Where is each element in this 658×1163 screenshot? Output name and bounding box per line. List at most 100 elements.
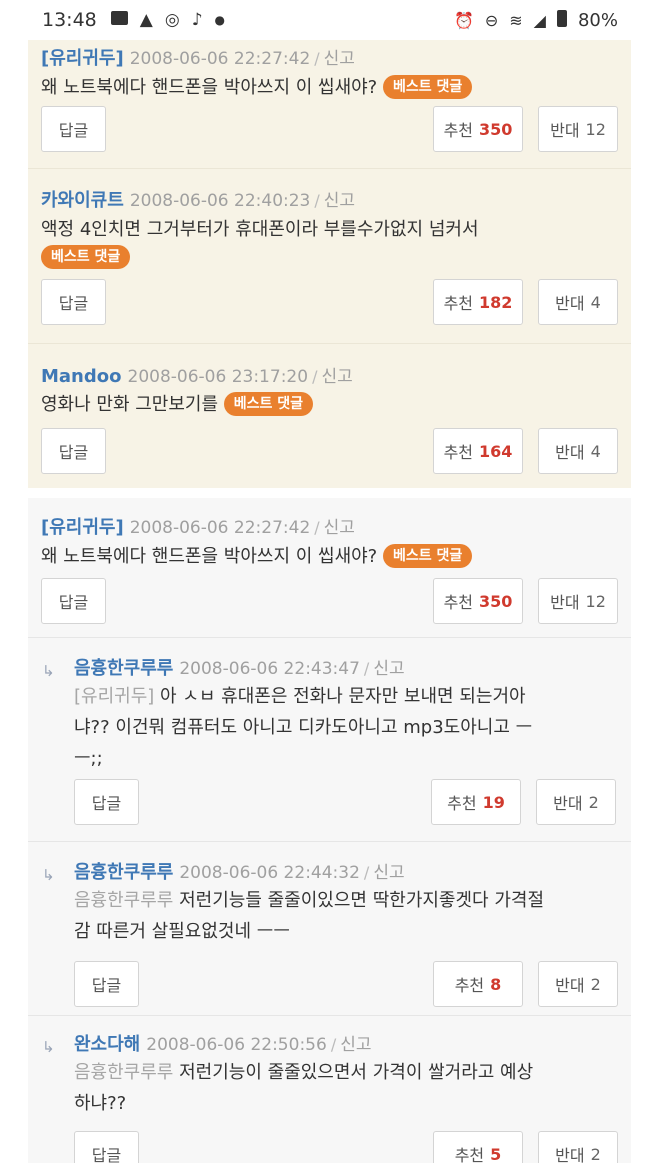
reply-comment: ↳ 완소다해 2008-06-06 22:50:56 / 신고 음흉한쿠루루 저… [28,1016,631,1163]
like-button[interactable]: 추천 350 [433,578,523,624]
dislike-button[interactable]: 반대 2 [536,779,616,825]
dislike-button[interactable]: 반대 12 [538,106,618,152]
comment-line: [유리귀두] 아 ㅅㅂ 휴대폰은 전화나 문자만 보내면 되는거아 [74,681,618,712]
comment-line: 하냐?? [74,1093,127,1114]
like-button[interactable]: 추천 8 [433,961,523,1007]
wifi-icon: ≋ [509,10,523,30]
comment-author[interactable]: [유리귀두] [41,513,124,539]
comment-line: 음흉한쿠루루 저런기능이 줄줄있으면서 가격이 쌀거라고 예상 [74,1057,618,1088]
comment-text: 아 ㅅㅂ 휴대폰은 전화나 문자만 보내면 되는거아 [160,686,526,707]
like-button[interactable]: 추천 350 [433,106,523,152]
like-label: 추천 [454,976,485,995]
report-link[interactable]: 신고 [321,362,352,387]
mention: 음흉한쿠루루 [74,890,174,911]
comment-author[interactable]: [유리귀두] [41,44,124,70]
comment-meta: 카와이큐트 2008-06-06 22:40:23 / 신고 [41,169,618,212]
like-label: 추천 [447,794,477,813]
mention: 음흉한쿠루루 [74,1062,174,1083]
like-label: 추천 [443,593,474,612]
dot-icon: ● [214,13,226,27]
best-comment: Mandoo 2008-06-06 23:17:20 / 신고 영화나 만화 그… [28,344,631,488]
report-link[interactable]: 신고 [373,654,404,679]
dislike-label: 반대 [555,976,585,995]
comment-author[interactable]: Mandoo [41,366,122,387]
reply-button[interactable]: 답글 [41,279,106,325]
comment-date: 2008-06-06 22:27:42 [129,518,311,538]
comment-author[interactable]: 카와이큐트 [41,186,124,212]
comment-text: 왜 노트북에다 핸드폰을 박아쓰지 이 씹새야? [41,546,378,567]
meta-separator: / [363,863,370,882]
like-button[interactable]: 추천 182 [433,279,523,325]
do-not-disturb-icon: ⊖ [484,10,499,30]
dislike-button[interactable]: 반대 12 [538,578,618,624]
like-button[interactable]: 추천 5 [433,1131,523,1163]
like-button[interactable]: 추천 19 [431,779,521,825]
reply-button[interactable]: 답글 [74,779,139,825]
comment-line: 감 따른거 살필요없것네 ㅡㅡ [74,921,290,942]
comment-text: 저런기능들 줄줄이있으면 딱한가지좋겟다 가격절 [179,890,545,911]
like-label: 추천 [443,121,474,140]
best-comment-badge: 베스트 댓글 [41,245,131,269]
like-button[interactable]: 추천 164 [433,428,523,474]
dislike-button[interactable]: 반대 2 [538,1131,618,1163]
comment-text-wrap: 왜 노트북에다 핸드폰을 박아쓰지 이 씹새야? 베스트 댓글 [41,541,618,572]
best-comment-badge: 베스트 댓글 [223,392,314,416]
comment-author[interactable]: 음흉한쿠루루 [74,654,173,680]
comments-section: [유리귀두] 2008-06-06 22:27:42 / 신고 왜 노트북에다 … [28,498,631,1163]
meta-separator: / [314,49,320,68]
like-count: 8 [490,974,502,994]
image-icon [110,10,128,30]
report-link[interactable]: 신고 [324,44,355,69]
badge-row: 베스트 댓글 [41,245,618,271]
report-link[interactable]: 신고 [324,186,355,211]
reply-button[interactable]: 답글 [41,428,106,474]
like-count: 19 [482,792,505,812]
reply-comment: ↳ 음흉한쿠루루 2008-06-06 22:44:32 / 신고 음흉한쿠루루… [28,842,631,1016]
status-bar: 13:48 ▲ ◎ ♪ ● ⏰ ⊖ ≋ ◢ 80% [0,0,658,40]
dislike-label: 반대 [553,794,583,813]
report-link[interactable]: 신고 [373,858,404,883]
comment-actions: 답글 추천 5 반대 2 [74,1131,618,1163]
comment-line: ㅡ;; [74,748,103,769]
best-comment-badge: 베스트 댓글 [382,75,473,99]
status-right: ⏰ ⊖ ≋ ◢ 80% [454,9,618,31]
signal-icon: ◢ [533,10,546,30]
reply-button[interactable]: 답글 [41,106,106,152]
comment-meta: 음흉한쿠루루 2008-06-06 22:43:47 / 신고 [74,638,618,680]
reply-button[interactable]: 답글 [41,578,106,624]
like-count: 182 [479,292,513,312]
warning-icon: ▲ [139,10,153,30]
dislike-button[interactable]: 반대 4 [538,428,618,474]
meta-separator: / [312,367,318,386]
comment-date: 2008-06-06 22:43:47 [179,659,360,679]
report-link[interactable]: 신고 [340,1030,371,1055]
comment-text-wrap: [유리귀두] 아 ㅅㅂ 휴대폰은 전화나 문자만 보내면 되는거아 냐?? 이건… [74,681,618,774]
dislike-count: 2 [588,792,599,812]
like-count: 350 [479,119,513,139]
comment-actions: 답글 추천 164 반대 4 [41,428,618,474]
comment-text: 왜 노트북에다 핸드폰을 박아쓰지 이 씹새야? [41,77,378,98]
like-label: 추천 [443,294,474,313]
report-link[interactable]: 신고 [324,513,355,538]
battery-icon [556,9,567,31]
comment-text-wrap: 영화나 만화 그만보기를 베스트 댓글 [41,389,618,420]
comment-date: 2008-06-06 22:50:56 [146,1035,327,1055]
like-count: 350 [479,591,513,611]
dislike-count: 4 [590,292,601,312]
dislike-label: 반대 [555,443,585,462]
reply-button[interactable]: 답글 [74,1131,139,1163]
dislike-label: 반대 [555,294,585,313]
dislike-label: 반대 [550,593,580,612]
comment-meta: Mandoo 2008-06-06 23:17:20 / 신고 [41,344,618,387]
comment-author[interactable]: 완소다해 [74,1030,140,1056]
reply-button[interactable]: 답글 [74,961,139,1007]
dislike-button[interactable]: 반대 2 [538,961,618,1007]
dislike-button[interactable]: 반대 4 [538,279,618,325]
comment-line: 냐?? 이건뭐 컴퓨터도 아니고 디카도아니고 mp3도아니고 ㅡ [74,717,533,738]
comment-meta: 완소다해 2008-06-06 22:50:56 / 신고 [74,1016,618,1056]
meta-separator: / [314,518,320,537]
comment-author[interactable]: 음흉한쿠루루 [74,858,173,884]
comment-text-wrap: 음흉한쿠루루 저런기능들 줄줄이있으면 딱한가지좋겟다 가격절 감 따른거 살필… [74,885,618,947]
comment-date: 2008-06-06 22:27:42 [129,49,311,69]
comment-list: [유리귀두] 2008-06-06 22:27:42 / 신고 왜 노트북에다 … [28,40,631,1163]
